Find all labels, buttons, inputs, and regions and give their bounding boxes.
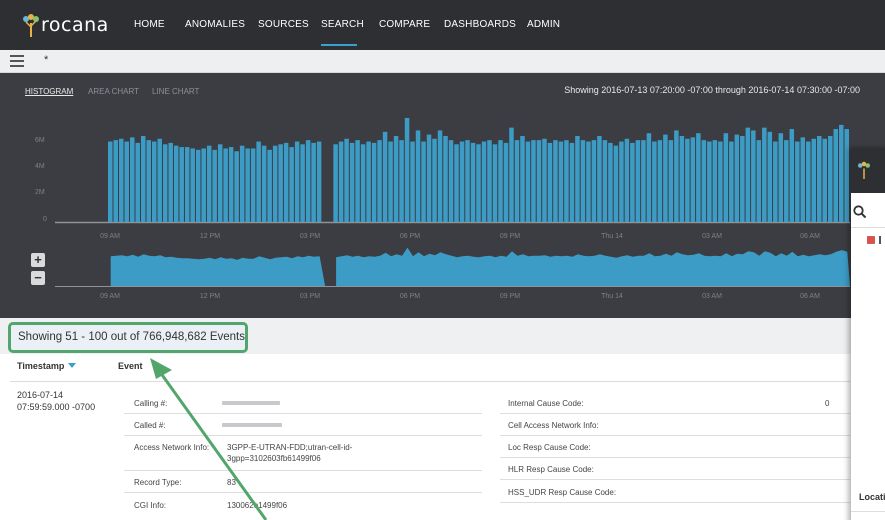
annotation-arrow: [150, 358, 268, 520]
app-window: rocana HOME ANOMALIES SOURCES SEARCH COM…: [0, 0, 885, 520]
